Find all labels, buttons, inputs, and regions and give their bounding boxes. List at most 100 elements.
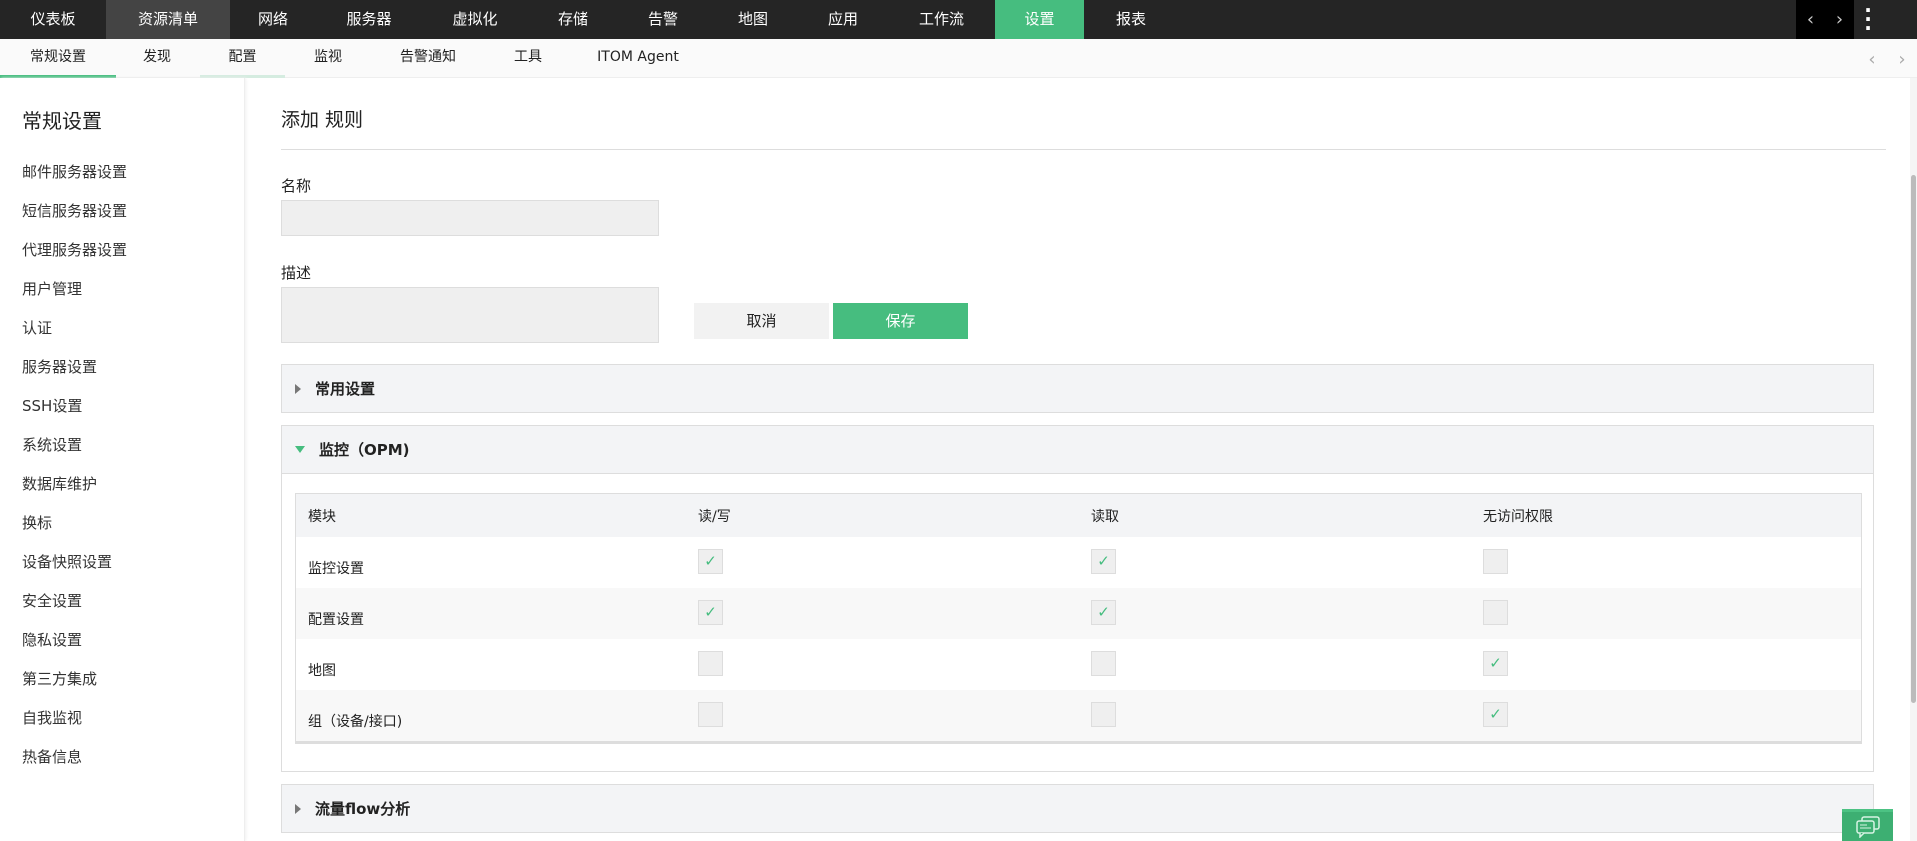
tab-general-settings[interactable]: 常规设置 — [0, 39, 116, 78]
top-nav-maps[interactable]: 地图 — [708, 0, 798, 39]
table-header: 模块 读/写 读取 无访问权限 — [296, 494, 1861, 537]
cell-read-write: ✓ — [698, 537, 723, 588]
top-nav-storage[interactable]: 存储 — [528, 0, 618, 39]
sidebar-item[interactable]: 安全设置 — [22, 589, 127, 628]
checkbox-read[interactable] — [1091, 651, 1116, 676]
check-icon: ✓ — [1489, 705, 1502, 723]
sidebar-item[interactable]: 数据库维护 — [22, 472, 127, 511]
sidebar-item[interactable]: 服务器设置 — [22, 355, 127, 394]
top-nav-virtualization[interactable]: 虚拟化 — [422, 0, 528, 39]
top-nav-apps[interactable]: 应用 — [798, 0, 888, 39]
save-button[interactable]: 保存 — [833, 303, 968, 339]
top-nav-servers[interactable]: 服务器 — [316, 0, 422, 39]
cell-no-access: ✓ — [1483, 690, 1508, 741]
check-icon: ✓ — [1489, 654, 1502, 672]
section-common-settings: 常用设置 — [281, 364, 1874, 413]
caret-right-icon — [295, 803, 301, 814]
tab-tools[interactable]: 工具 — [500, 39, 556, 78]
section-flow-analysis-header[interactable]: 流量flow分析 — [282, 785, 1873, 832]
checkbox-read-write[interactable] — [698, 651, 723, 676]
permissions-table: 模块 读/写 读取 无访问权限 监控设置 ✓ ✓ 配置设置 ✓ ✓ 地图 ✓ 组（设备/接口) ✓ — [295, 493, 1862, 744]
module-name: 配置设置 — [308, 612, 364, 628]
top-nav-network[interactable]: 网络 — [230, 0, 316, 39]
checkbox-read-write[interactable] — [698, 702, 723, 727]
sub-nav: 常规设置 发现 配置 监视 告警通知 工具 ITOM Agent — [0, 39, 1917, 78]
cell-read — [1091, 690, 1116, 741]
checkbox-read[interactable] — [1091, 702, 1116, 727]
checkbox-read-write[interactable]: ✓ — [698, 549, 723, 574]
sidebar-title: 常规设置 — [22, 109, 102, 133]
section-monitoring-header[interactable]: 监控（OPM) — [282, 426, 1873, 473]
section-title: 监控（OPM) — [319, 441, 410, 459]
sidebar-item[interactable]: 第三方集成 — [22, 667, 127, 706]
cell-read-write — [698, 639, 723, 690]
sidebar-item[interactable]: 隐私设置 — [22, 628, 127, 667]
top-nav-workflow[interactable]: 工作流 — [888, 0, 995, 39]
section-monitoring: 监控（OPM) 模块 读/写 读取 无访问权限 监控设置 ✓ ✓ 配置设置 ✓ ✓ 地图 ✓ 组… — [281, 425, 1874, 772]
tab-alert-notification[interactable]: 告警通知 — [390, 39, 466, 78]
checkbox-no-access[interactable] — [1483, 549, 1508, 574]
checkbox-no-access[interactable] — [1483, 600, 1508, 625]
sidebar-item[interactable]: 邮件服务器设置 — [22, 160, 127, 199]
description-label: 描述 — [281, 264, 312, 282]
sidebar-item[interactable]: 换标 — [22, 511, 127, 550]
top-nav-settings[interactable]: 设置 — [995, 0, 1084, 39]
check-icon: ✓ — [704, 603, 717, 621]
name-label: 名称 — [281, 177, 312, 195]
cell-read-write: ✓ — [698, 588, 723, 639]
cell-read: ✓ — [1091, 537, 1116, 588]
section-title: 流量flow分析 — [315, 800, 411, 818]
cancel-button[interactable]: 取消 — [694, 303, 829, 339]
sidebar-item[interactable]: 热备信息 — [22, 745, 127, 784]
header-module: 模块 — [308, 508, 336, 525]
divider — [281, 149, 1886, 150]
more-vertical-icon[interactable]: · · · — [1862, 0, 1874, 38]
section-title: 常用设置 — [315, 380, 376, 398]
checkbox-read[interactable]: ✓ — [1091, 549, 1116, 574]
checkbox-no-access[interactable]: ✓ — [1483, 702, 1508, 727]
section-flow-analysis: 流量flow分析 — [281, 784, 1874, 833]
caret-down-icon — [295, 446, 305, 453]
cell-no-access: ✓ — [1483, 639, 1508, 690]
sidebar-item[interactable]: 自我监视 — [22, 706, 127, 745]
tab-itom-agent[interactable]: ITOM Agent — [590, 39, 686, 78]
sidebar-item[interactable]: 短信服务器设置 — [22, 199, 127, 238]
chevron-right-icon[interactable]: › — [1898, 49, 1905, 70]
table-row: 监控设置 ✓ ✓ — [296, 537, 1861, 588]
chevron-right-icon[interactable]: › — [1836, 9, 1843, 30]
tab-configuration[interactable]: 配置 — [200, 39, 285, 78]
sidebar-item[interactable]: 代理服务器设置 — [22, 238, 127, 277]
chevron-left-icon[interactable]: ‹ — [1868, 49, 1875, 70]
description-input[interactable] — [281, 287, 659, 343]
sidebar: 常规设置 邮件服务器设置 短信服务器设置 代理服务器设置 用户管理 认证 服务器设置 SSH… — [0, 78, 245, 841]
chevron-left-icon[interactable]: ‹ — [1807, 9, 1814, 30]
sidebar-item[interactable]: 认证 — [22, 316, 127, 355]
top-nav-reports[interactable]: 报表 — [1084, 0, 1178, 39]
checkbox-no-access[interactable]: ✓ — [1483, 651, 1508, 676]
tab-discovery[interactable]: 发现 — [130, 39, 184, 78]
table-row: 组（设备/接口) ✓ — [296, 690, 1861, 741]
scrollbar-thumb[interactable] — [1911, 175, 1916, 703]
name-input[interactable] — [281, 200, 659, 236]
cell-no-access — [1483, 537, 1508, 588]
chat-button[interactable] — [1842, 809, 1893, 841]
module-name: 监控设置 — [308, 561, 364, 577]
header-no-access: 无访问权限 — [1483, 508, 1553, 525]
sidebar-item[interactable]: SSH设置 — [22, 394, 127, 433]
checkbox-read-write[interactable]: ✓ — [698, 600, 723, 625]
table-row: 地图 ✓ — [296, 639, 1861, 690]
sidebar-item[interactable]: 设备快照设置 — [22, 550, 127, 589]
top-nav-inventory[interactable]: 资源清单 — [106, 0, 230, 39]
cell-no-access — [1483, 588, 1508, 639]
caret-right-icon — [295, 383, 301, 394]
sidebar-item[interactable]: 用户管理 — [22, 277, 127, 316]
top-nav-alarms[interactable]: 告警 — [618, 0, 708, 39]
tab-monitoring[interactable]: 监视 — [300, 39, 356, 78]
table-row: 配置设置 ✓ ✓ — [296, 588, 1861, 639]
header-read-write: 读/写 — [698, 508, 731, 525]
sub-nav-scroll: ‹ › — [1857, 44, 1917, 74]
section-common-settings-header[interactable]: 常用设置 — [282, 365, 1873, 412]
sidebar-item[interactable]: 系统设置 — [22, 433, 127, 472]
checkbox-read[interactable]: ✓ — [1091, 600, 1116, 625]
top-nav-dashboard[interactable]: 仪表板 — [0, 0, 106, 39]
